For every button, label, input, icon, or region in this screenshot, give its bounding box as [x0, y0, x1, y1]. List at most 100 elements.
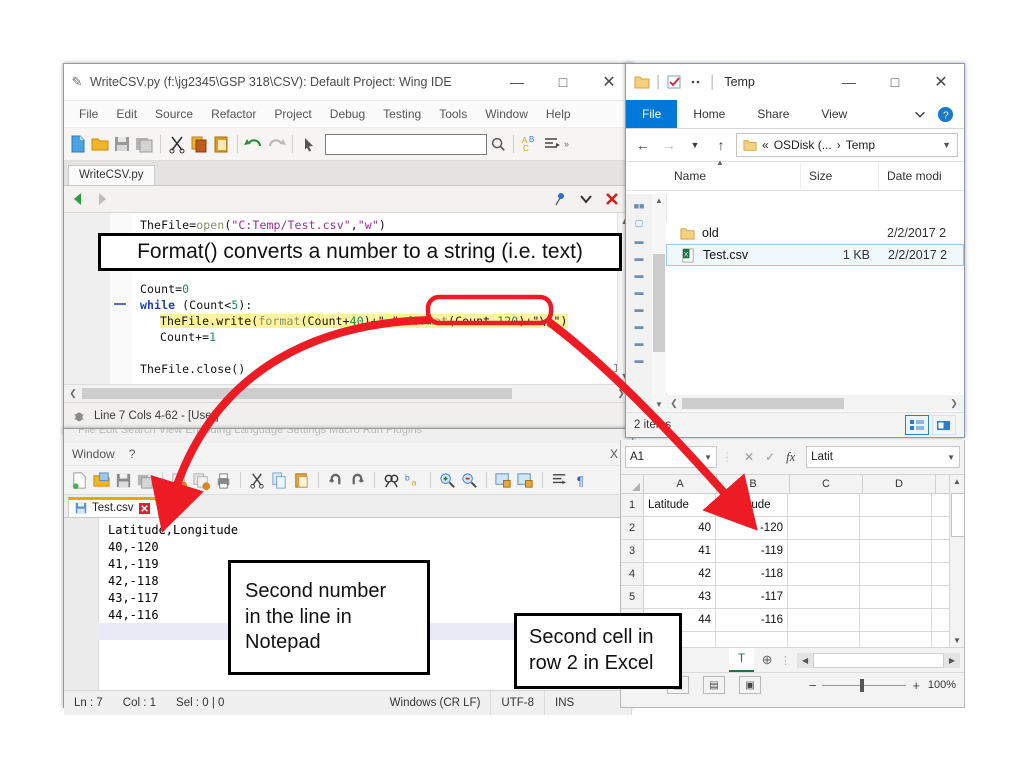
cell-d3[interactable]	[860, 540, 932, 562]
scroll-left-icon[interactable]: ◀	[797, 656, 813, 665]
scroll-right-icon[interactable]: ▶	[944, 656, 960, 665]
menu-file[interactable]: File	[70, 107, 107, 121]
row-header[interactable]: 5	[621, 586, 644, 608]
ribbon-tab-view[interactable]: View	[805, 100, 863, 128]
insert-function-icon[interactable]: fx	[786, 450, 795, 465]
maximize-button[interactable]: □	[872, 65, 918, 99]
save-all-icon[interactable]	[136, 471, 155, 490]
menu-debug[interactable]: Debug	[321, 107, 374, 121]
recent-locations-icon[interactable]: ▼	[684, 140, 706, 150]
menu-window[interactable]: Window	[72, 447, 115, 461]
find-icon[interactable]	[382, 471, 401, 490]
menu-help[interactable]: ?	[129, 447, 136, 461]
column-name[interactable]: Name ▲	[666, 158, 801, 190]
row-header[interactable]: 3	[621, 540, 644, 562]
sheet-tab-test[interactable]: T	[729, 648, 755, 672]
cell-a4[interactable]: 42	[644, 563, 716, 585]
scroll-left-icon[interactable]: ❮	[666, 398, 682, 409]
show-symbols-icon[interactable]: ¶	[572, 471, 591, 490]
copy-icon[interactable]	[270, 471, 289, 490]
scroll-left-icon[interactable]: ❮	[64, 388, 82, 399]
toolbar-overflow-icon[interactable]: »	[564, 139, 569, 149]
address-dropdown-icon[interactable]: ▼	[942, 140, 951, 150]
nav-forward-icon[interactable]	[94, 191, 110, 207]
help-icon[interactable]: ?	[937, 106, 954, 123]
vscroll-thumb[interactable]	[951, 493, 964, 537]
close-all-icon[interactable]	[192, 471, 211, 490]
cell-d2[interactable]	[860, 517, 932, 539]
zoom-in-icon[interactable]: +	[912, 678, 920, 693]
cell-b1[interactable]: Longitude	[716, 494, 788, 516]
table-row[interactable]: 5 43 -117	[621, 586, 964, 609]
menubar-close-icon[interactable]: X	[610, 447, 618, 461]
chevron-down-icon[interactable]	[578, 191, 594, 207]
cell-d5[interactable]	[860, 586, 932, 608]
fold-marker-icon[interactable]	[114, 303, 126, 305]
paste-icon[interactable]	[292, 471, 311, 490]
save-all-icon[interactable]	[134, 134, 154, 154]
scroll-up-icon[interactable]: ▲	[652, 196, 666, 205]
cell-c4[interactable]	[788, 563, 860, 585]
cancel-icon[interactable]: ✕	[744, 450, 754, 464]
column-date[interactable]: Date modi	[879, 162, 964, 190]
sync-scroll-h-icon[interactable]	[516, 471, 535, 490]
cell-d7[interactable]	[860, 632, 932, 647]
table-row[interactable]: 1 Latitude Longitude	[621, 494, 964, 517]
page-break-view-button[interactable]: ▣	[739, 676, 761, 694]
crumb-overflow[interactable]: «	[762, 138, 769, 152]
undo-icon[interactable]	[326, 471, 345, 490]
drive-icon[interactable]: ▬	[626, 304, 652, 314]
paste-icon[interactable]	[211, 134, 231, 154]
large-icons-view-button[interactable]	[932, 415, 956, 435]
menu-testing[interactable]: Testing	[374, 107, 430, 121]
cell-b6[interactable]: -116	[716, 609, 788, 631]
ribbon-tab-file[interactable]: File	[626, 100, 678, 128]
tab-close-icon[interactable]	[138, 502, 150, 514]
cell-b5[interactable]: -117	[716, 586, 788, 608]
cell-b2[interactable]: -120	[716, 517, 788, 539]
cell-c1[interactable]	[788, 494, 860, 516]
hscroll-thumb[interactable]	[813, 652, 944, 668]
cell-b3[interactable]: -119	[716, 540, 788, 562]
cell-c2[interactable]	[788, 517, 860, 539]
maximize-button[interactable]: □	[540, 65, 586, 99]
cell-a3[interactable]: 41	[644, 540, 716, 562]
menu-window[interactable]: Window	[476, 107, 537, 121]
onedrive-icon[interactable]: ▢	[626, 218, 652, 229]
forward-icon[interactable]: →	[658, 137, 680, 153]
cell-d1[interactable]	[860, 494, 932, 516]
hscroll-thumb[interactable]	[682, 397, 844, 409]
explorer-horizontal-scrollbar[interactable]: ❮ ❯	[666, 395, 964, 411]
scroll-right-icon[interactable]: ❯	[944, 398, 964, 409]
tab-test-csv[interactable]: Test.csv	[68, 497, 159, 517]
details-view-button[interactable]	[905, 415, 929, 435]
column-header-a[interactable]: A	[644, 475, 717, 493]
confirm-icon[interactable]: ✓	[765, 450, 775, 464]
column-header-b[interactable]: B	[717, 475, 790, 493]
cell-a5[interactable]: 43	[644, 586, 716, 608]
cell-b4[interactable]: -118	[716, 563, 788, 585]
menu-tools[interactable]: Tools	[430, 107, 476, 121]
quick-access-icon[interactable]: ■■	[626, 201, 652, 211]
cell-a2[interactable]: 40	[644, 517, 716, 539]
add-sheet-icon[interactable]: ⊕	[754, 652, 780, 668]
open-folder-icon[interactable]	[90, 134, 110, 154]
formula-input[interactable]: Latit ▼	[806, 446, 960, 468]
drive-icon[interactable]: ▬	[626, 321, 652, 331]
scroll-up-icon[interactable]: ▲	[950, 477, 964, 486]
search-input[interactable]	[325, 133, 487, 155]
word-wrap-icon[interactable]	[550, 471, 569, 490]
select-all-corner[interactable]	[621, 475, 644, 493]
new-file-icon[interactable]	[70, 471, 89, 490]
column-header-c[interactable]: C	[790, 475, 863, 493]
table-row[interactable]: X Test.csv 1 KB 2/2/2017 2	[666, 244, 964, 266]
scroll-down-icon[interactable]: ▼	[652, 400, 666, 409]
nav-scroll-thumb[interactable]	[653, 254, 665, 352]
redo-icon[interactable]	[348, 471, 367, 490]
column-header-d[interactable]: D	[863, 475, 936, 493]
cell-d4[interactable]	[860, 563, 932, 585]
nav-pane-scrollbar[interactable]: ▲ ▼	[652, 194, 667, 411]
nav-back-icon[interactable]	[70, 191, 86, 207]
menu-project[interactable]: Project	[265, 107, 320, 121]
print-icon[interactable]	[214, 471, 233, 490]
